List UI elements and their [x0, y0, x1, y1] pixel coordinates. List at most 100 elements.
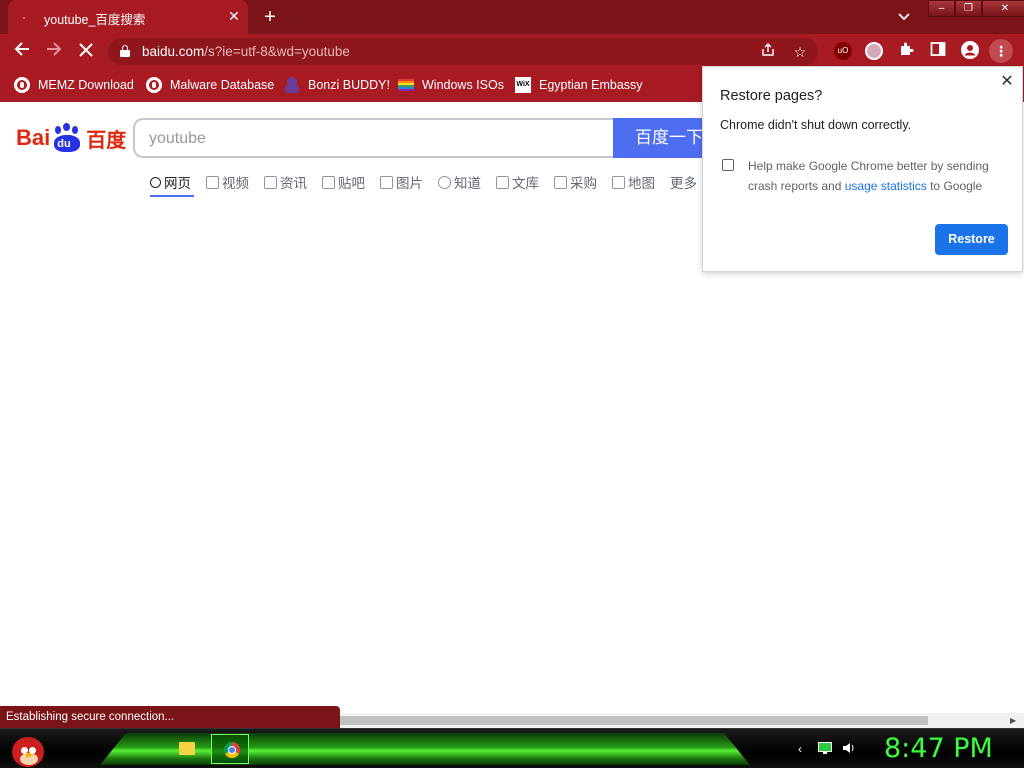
volume-icon[interactable] [842, 742, 856, 756]
profile-avatar-icon[interactable] [960, 41, 980, 61]
bookmark-star-icon[interactable]: ☆ [790, 42, 810, 62]
search-category-tabs: 网页 视频 资讯 贴吧 图片 知道 文库 采购 地图 更多 [150, 170, 712, 194]
horizontal-scrollbar[interactable]: ▶ [340, 713, 1024, 728]
bookmark-label: Bonzi BUDDY! [308, 78, 390, 92]
taskbar-clock[interactable]: 8:47 PM [884, 733, 993, 764]
chrome-taskbar-icon[interactable] [211, 734, 249, 764]
tab-news[interactable]: 资讯 [264, 170, 307, 194]
stop-loading-icon[interactable] [74, 39, 98, 63]
map-icon [612, 175, 625, 189]
bookmark-label: MEMZ Download [38, 78, 134, 92]
lock-icon[interactable] [120, 45, 130, 57]
tab-images[interactable]: 图片 [380, 170, 423, 194]
forward-arrow-icon[interactable] [42, 39, 66, 63]
search-input[interactable] [149, 128, 589, 150]
dialog-title: Restore pages? [720, 88, 823, 104]
bookmark-label: Windows ISOs [422, 78, 504, 92]
browser-tab[interactable]: youtube_百度搜索 ✕ [8, 0, 248, 34]
new-tab-icon[interactable]: + [258, 5, 282, 29]
close-window-icon[interactable]: ✕ [982, 0, 1024, 17]
close-icon[interactable]: ✕ [999, 74, 1015, 90]
taskbar: ‹ 8:47 PM [0, 728, 1024, 768]
active-tab-underline [150, 195, 194, 197]
tab-label: 知道 [454, 176, 481, 192]
globe-icon [146, 77, 162, 93]
network-icon[interactable] [818, 742, 832, 756]
tab-label: 更多 [670, 176, 697, 192]
document-icon [496, 175, 509, 189]
file-explorer-taskbar-icon[interactable] [170, 734, 208, 764]
share-icon[interactable] [758, 42, 778, 62]
tab-strip: youtube_百度搜索 ✕ + – ❐ ✕ [0, 0, 1024, 34]
side-panel-icon[interactable] [928, 41, 948, 61]
video-icon [206, 175, 219, 189]
ublock-extension-icon[interactable]: uO [834, 42, 852, 60]
tab-label: 图片 [396, 176, 423, 192]
bookmark-label: Malware Database [170, 78, 275, 92]
tab-label: 地图 [628, 176, 655, 192]
tab-purchase[interactable]: 采购 [554, 170, 597, 194]
tray-arrow-icon[interactable]: ‹ [793, 742, 807, 756]
chrome-menu-icon[interactable]: ⋮ [989, 39, 1013, 63]
logo-bai-text: Bai [16, 125, 51, 150]
wix-icon: WiX [515, 77, 531, 93]
bookmark-label: Egyptian Embassy [539, 78, 643, 92]
bookmark-windows-isos[interactable]: Windows ISOs [398, 76, 504, 94]
restore-pages-dialog: ✕ Restore pages? Chrome didn't shut down… [702, 66, 1023, 272]
loading-favicon-icon [22, 14, 28, 20]
back-arrow-icon[interactable] [10, 39, 34, 63]
tab-web[interactable]: 网页 [150, 170, 191, 194]
paw-icon: du [52, 123, 82, 153]
image-icon [380, 175, 393, 189]
profile-extension-icon[interactable] [865, 42, 883, 60]
restore-button[interactable]: Restore [935, 224, 1008, 255]
crash-report-checkbox[interactable] [722, 159, 734, 171]
browser-toolbar: baidu.com/s?ie=utf-8&wd=youtube ☆ uO ⋮ [0, 34, 1024, 68]
url-text[interactable]: baidu.com/s?ie=utf-8&wd=youtube [142, 44, 350, 59]
tab-more[interactable]: 更多 [670, 170, 697, 194]
tab-label: 文库 [512, 176, 539, 192]
scroll-right-icon[interactable]: ▶ [1010, 715, 1020, 726]
tab-label: 资讯 [280, 176, 307, 192]
bookmark-bonzi-buddy[interactable]: Bonzi BUDDY! [284, 76, 390, 94]
tab-zhidao[interactable]: 知道 [438, 170, 481, 194]
search-box[interactable] [133, 118, 615, 158]
tab-title: youtube_百度搜索 [44, 13, 146, 27]
start-button-angry-bird-icon[interactable] [8, 731, 48, 768]
bonzi-icon [284, 77, 300, 93]
logo-du-text: du [57, 138, 71, 150]
chrome-icon [224, 742, 240, 758]
minimize-icon[interactable]: – [928, 0, 955, 17]
globe-icon [14, 77, 30, 93]
question-icon [438, 175, 451, 189]
shop-icon [554, 175, 567, 189]
bookmark-egyptian-embassy[interactable]: WiX Egyptian Embassy [515, 76, 643, 94]
status-text: Establishing secure connection... [6, 711, 175, 723]
bookmark-malware-database[interactable]: Malware Database [146, 76, 274, 94]
extensions-puzzle-icon[interactable] [896, 41, 916, 61]
tab-search-chevron-icon[interactable] [892, 7, 916, 27]
tab-wenku[interactable]: 文库 [496, 170, 539, 194]
usage-statistics-link[interactable]: usage statistics [845, 179, 927, 193]
tab-map[interactable]: 地图 [612, 170, 655, 194]
dialog-message: Chrome didn't shut down correctly. [720, 118, 912, 132]
tab-video[interactable]: 视频 [206, 170, 249, 194]
search-icon [150, 176, 161, 188]
tab-close-icon[interactable]: ✕ [226, 8, 242, 24]
baidu-logo[interactable]: Bai du 百度 [16, 122, 126, 154]
rainbow-flag-icon [398, 79, 414, 91]
address-bar[interactable]: baidu.com/s?ie=utf-8&wd=youtube ☆ [108, 38, 818, 65]
screen: youtube_百度搜索 ✕ + – ❐ ✕ baidu.com/s?ie=ut… [0, 0, 1024, 768]
bookmark-memz[interactable]: MEMZ Download [14, 76, 134, 94]
tab-tieba[interactable]: 贴吧 [322, 170, 365, 194]
news-icon [264, 175, 277, 189]
folder-icon [179, 742, 195, 755]
url-host: baidu.com [142, 44, 205, 59]
status-bubble: Establishing secure connection... [0, 706, 340, 728]
crash-report-label: Help make Google Chrome better by sendin… [748, 156, 1008, 196]
logo-chinese-text: 百度 [86, 127, 127, 152]
tieba-icon [322, 175, 335, 189]
scrollbar-thumb[interactable] [340, 716, 928, 725]
help-suffix: to Google [926, 179, 983, 193]
restore-window-icon[interactable]: ❐ [955, 0, 982, 17]
